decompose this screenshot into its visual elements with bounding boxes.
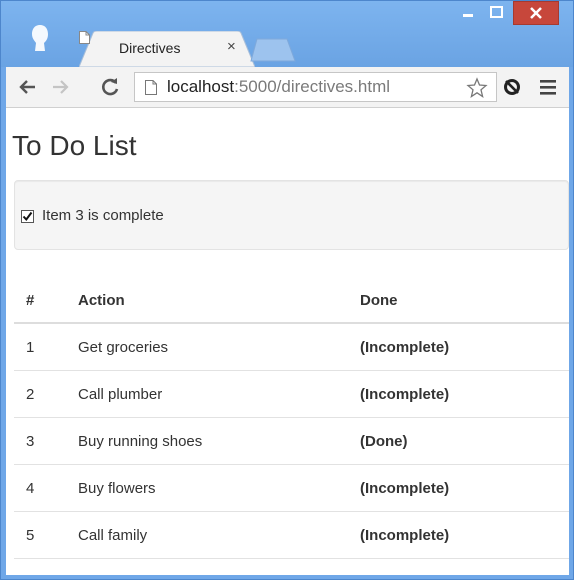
row-number: 4	[14, 464, 66, 512]
table-row: 1 Get groceries (Incomplete)	[14, 323, 569, 371]
page-content: To Do List Item 3 is complete # Action D…	[6, 108, 569, 575]
header-done: Done	[348, 278, 569, 324]
extension-icon[interactable]	[501, 76, 523, 98]
close-icon[interactable]: ×	[227, 38, 236, 55]
row-number: 2	[14, 370, 66, 418]
reload-icon[interactable]	[98, 75, 122, 99]
checkbox-panel: Item 3 is complete	[14, 180, 569, 250]
row-number: 3	[14, 417, 66, 465]
row-action: Call plumber	[66, 370, 348, 418]
window-close-button[interactable]	[513, 1, 559, 25]
row-done: (Incomplete)	[348, 511, 569, 559]
address-bar[interactable]: localhost:5000/directives.html	[134, 72, 497, 102]
row-action: Buy running shoes	[66, 417, 348, 465]
row-action: Get groceries	[66, 323, 348, 371]
bookmark-star-icon[interactable]	[466, 77, 488, 99]
row-action: Call family	[66, 511, 348, 559]
forward-arrow-icon[interactable]	[48, 75, 72, 99]
maximize-button[interactable]	[483, 1, 509, 25]
new-tab-button[interactable]	[249, 37, 297, 63]
table-row: 4 Buy flowers (Incomplete)	[14, 464, 569, 512]
table-row: 3 Buy running shoes (Done)	[14, 417, 569, 465]
minimize-button[interactable]	[455, 1, 481, 25]
header-action: Action	[66, 278, 348, 324]
checkbox[interactable]	[21, 210, 34, 223]
table-row: 5 Call family (Incomplete)	[14, 511, 569, 559]
row-number: 5	[14, 511, 66, 559]
tab-title: Directives	[119, 40, 181, 56]
document-icon	[79, 31, 90, 44]
row-done: (Incomplete)	[348, 464, 569, 512]
tab-directives[interactable]: Directives ×	[79, 31, 255, 67]
browser-window: Directives × localhost:5000/directives.h…	[0, 0, 574, 580]
page-title: To Do List	[12, 130, 137, 161]
checkmark-icon	[22, 211, 33, 222]
table-header-row: # Action Done	[14, 278, 569, 324]
todo-table: # Action Done 1 Get groceries (Incomplet…	[14, 278, 569, 559]
checkbox-label: Item 3 is complete	[42, 207, 164, 224]
row-done: (Incomplete)	[348, 323, 569, 371]
back-arrow-icon[interactable]	[16, 75, 40, 99]
row-done: (Incomplete)	[348, 370, 569, 418]
profile-icon[interactable]	[29, 23, 51, 53]
url-host: localhost	[167, 77, 235, 96]
close-x-icon	[530, 7, 542, 19]
url-path: :5000/directives.html	[234, 77, 391, 96]
header-number: #	[14, 278, 66, 324]
row-done: (Done)	[348, 417, 569, 465]
menu-icon[interactable]	[538, 77, 558, 97]
row-action: Buy flowers	[66, 464, 348, 512]
title-bar: Directives ×	[1, 1, 573, 67]
row-number: 1	[14, 323, 66, 371]
browser-toolbar: localhost:5000/directives.html	[6, 67, 569, 108]
url-text: localhost:5000/directives.html	[167, 77, 390, 97]
table-row: 2 Call plumber (Incomplete)	[14, 370, 569, 418]
page-icon	[145, 80, 157, 95]
